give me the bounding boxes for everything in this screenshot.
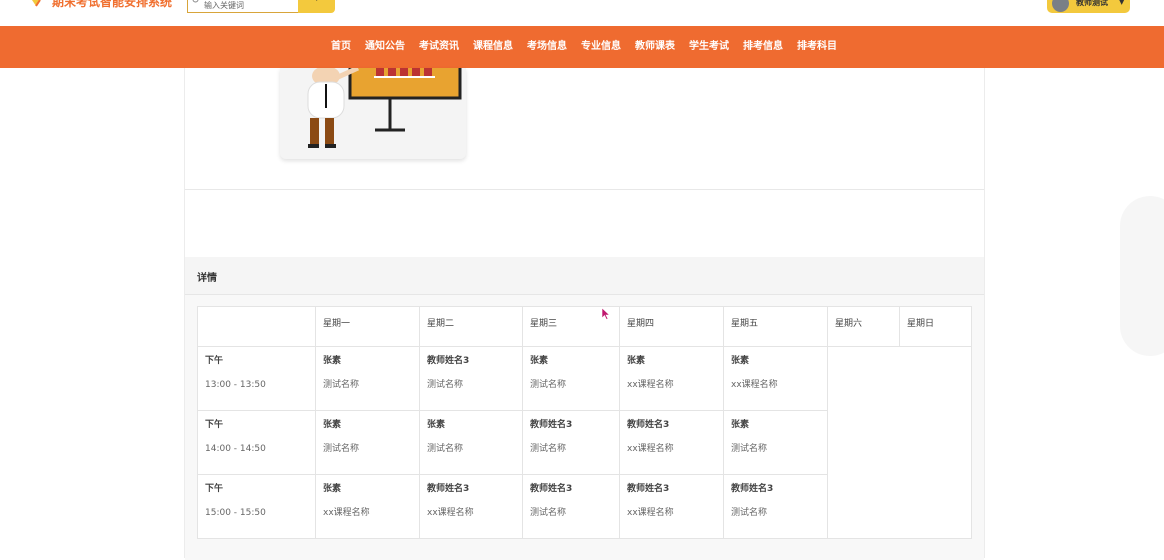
nav-item-student-exams[interactable]: 学生考试 xyxy=(689,40,729,53)
search-input[interactable] xyxy=(187,0,298,13)
course-name: 测试名称 xyxy=(530,444,567,454)
main-nav: 首页 通知公告 考试资讯 课程信息 考场信息 专业信息 教师课表 学生考试 排考… xyxy=(0,26,1164,68)
teacher-name: 张素 xyxy=(427,420,446,430)
nav-list: 首页 通知公告 考试资讯 课程信息 考场信息 专业信息 教师课表 学生考试 排考… xyxy=(331,40,851,53)
teacher-name: 教师姓名3 xyxy=(627,484,670,494)
schedule-cell: 教师姓名3 xx课程名称 xyxy=(419,474,523,539)
weekend-empty-cell xyxy=(827,346,972,539)
teacher-illustration-icon xyxy=(307,68,462,148)
nav-item-exam-rooms[interactable]: 考场信息 xyxy=(527,40,567,53)
pencil-logo-icon xyxy=(32,0,41,7)
time-range: 13:00 - 13:50 xyxy=(205,380,266,390)
table-header-row: 星期一 星期二 星期三 星期四 星期五 星期六 星期日 xyxy=(197,306,972,347)
teacher-name: 张素 xyxy=(627,356,646,366)
time-range: 15:00 - 15:50 xyxy=(205,508,266,518)
user-name: 教师测试 xyxy=(1076,0,1108,7)
chevron-down-icon: ▼ xyxy=(1119,0,1125,6)
teacher-name: 教师姓名3 xyxy=(530,484,573,494)
schedule-cell: 教师姓名3 测试名称 xyxy=(723,474,828,539)
nav-item-courses[interactable]: 课程信息 xyxy=(473,40,513,53)
period-label: 下午 xyxy=(205,484,224,494)
time-slot-cell: 下午 14:00 - 14:50 xyxy=(197,410,316,475)
schedule-cell: 教师姓名3 测试名称 xyxy=(522,474,620,539)
column-header-friday: 星期五 xyxy=(723,306,828,347)
teacher-name: 张素 xyxy=(323,484,342,494)
teacher-name: 张素 xyxy=(731,420,750,430)
course-name: 测试名称 xyxy=(427,380,464,390)
nav-item-notices[interactable]: 通知公告 xyxy=(365,40,405,53)
column-header-thursday: 星期四 xyxy=(619,306,724,347)
teacher-name: 教师姓名3 xyxy=(731,484,774,494)
course-name: xx课程名称 xyxy=(731,380,778,390)
hero-illustration xyxy=(280,68,466,159)
schedule-cell: 张素 测试名称 xyxy=(522,346,620,411)
schedule-cell: 教师姓名3 测试名称 xyxy=(419,346,523,411)
nav-item-exam-arrangement[interactable]: 排考信息 xyxy=(743,40,783,53)
course-name: 测试名称 xyxy=(427,444,464,454)
course-name: xx课程名称 xyxy=(627,380,674,390)
teacher-name: 教师姓名3 xyxy=(530,420,573,430)
course-name: xx课程名称 xyxy=(627,444,674,454)
detail-title: 详情 xyxy=(197,273,217,284)
teacher-name: 教师姓名3 xyxy=(427,484,470,494)
side-glow xyxy=(1120,196,1164,356)
detail-header: 详情 xyxy=(185,257,984,295)
schedule-cell: 张素 xx课程名称 xyxy=(315,474,420,539)
schedule-cell: 教师姓名3 测试名称 xyxy=(522,410,620,475)
course-name: 测试名称 xyxy=(731,444,768,454)
teacher-name: 张素 xyxy=(530,356,549,366)
course-name: xx课程名称 xyxy=(627,508,674,518)
teacher-name: 张素 xyxy=(323,356,342,366)
schedule-cell: 张素 测试名称 xyxy=(315,410,420,475)
time-slot-cell: 下午 15:00 - 15:50 xyxy=(197,474,316,539)
search-button[interactable] xyxy=(298,0,335,13)
top-header: 期末考试智能安排系统 教师测试 ▼ xyxy=(0,0,1164,26)
course-name: xx课程名称 xyxy=(323,508,370,518)
schedule-cell: 教师姓名3 xx课程名称 xyxy=(619,410,724,475)
avatar xyxy=(1052,0,1069,12)
time-slot-cell: 下午 13:00 - 13:50 xyxy=(197,346,316,411)
schedule-cell: 张素 测试名称 xyxy=(315,346,420,411)
column-header-monday: 星期一 xyxy=(315,306,420,347)
period-label: 下午 xyxy=(205,356,224,366)
table-row: 下午 13:00 - 13:50 张素 测试名称 教师姓名3 测试名称 张素 测试名称 … xyxy=(197,346,972,539)
nav-item-teacher-schedule[interactable]: 教师课表 xyxy=(635,40,675,53)
course-name: 测试名称 xyxy=(530,380,567,390)
schedule-cell: 张素 测试名称 xyxy=(419,410,523,475)
schedule-table: 星期一 星期二 星期三 星期四 星期五 星期六 星期日 下午 13:00 - 13… xyxy=(197,306,972,539)
schedule-cell: 张素 测试名称 xyxy=(723,410,828,475)
column-header-sunday: 星期日 xyxy=(899,306,972,347)
arrow-right-icon xyxy=(316,0,318,1)
course-name: 测试名称 xyxy=(323,380,360,390)
schedule-cell: 教师姓名3 xx课程名称 xyxy=(619,474,724,539)
course-name: 测试名称 xyxy=(731,508,768,518)
period-label: 下午 xyxy=(205,420,224,430)
nav-item-home[interactable]: 首页 xyxy=(331,40,351,53)
time-range: 14:00 - 14:50 xyxy=(205,444,266,454)
column-header-time xyxy=(197,306,316,347)
teacher-name: 张素 xyxy=(731,356,750,366)
course-name: 测试名称 xyxy=(530,508,567,518)
user-menu[interactable]: 教师测试 ▼ xyxy=(1047,0,1130,13)
site-title: 期末考试智能安排系统 xyxy=(52,0,173,9)
schedule-cell: 张素 xx课程名称 xyxy=(723,346,828,411)
schedule-cell: 张素 xx课程名称 xyxy=(619,346,724,411)
search-icon xyxy=(192,0,199,3)
course-name: xx课程名称 xyxy=(427,508,474,518)
nav-item-exam-news[interactable]: 考试资讯 xyxy=(419,40,459,53)
teacher-name: 教师姓名3 xyxy=(627,420,670,430)
teacher-name: 教师姓名3 xyxy=(427,356,470,366)
teacher-name: 张素 xyxy=(323,420,342,430)
divider xyxy=(185,189,984,190)
nav-item-majors[interactable]: 专业信息 xyxy=(581,40,621,53)
nav-item-exam-subjects[interactable]: 排考科目 xyxy=(797,40,837,53)
column-header-saturday: 星期六 xyxy=(827,306,900,347)
column-header-tuesday: 星期二 xyxy=(419,306,523,347)
course-name: 测试名称 xyxy=(323,444,360,454)
mouse-cursor-icon xyxy=(602,308,610,320)
